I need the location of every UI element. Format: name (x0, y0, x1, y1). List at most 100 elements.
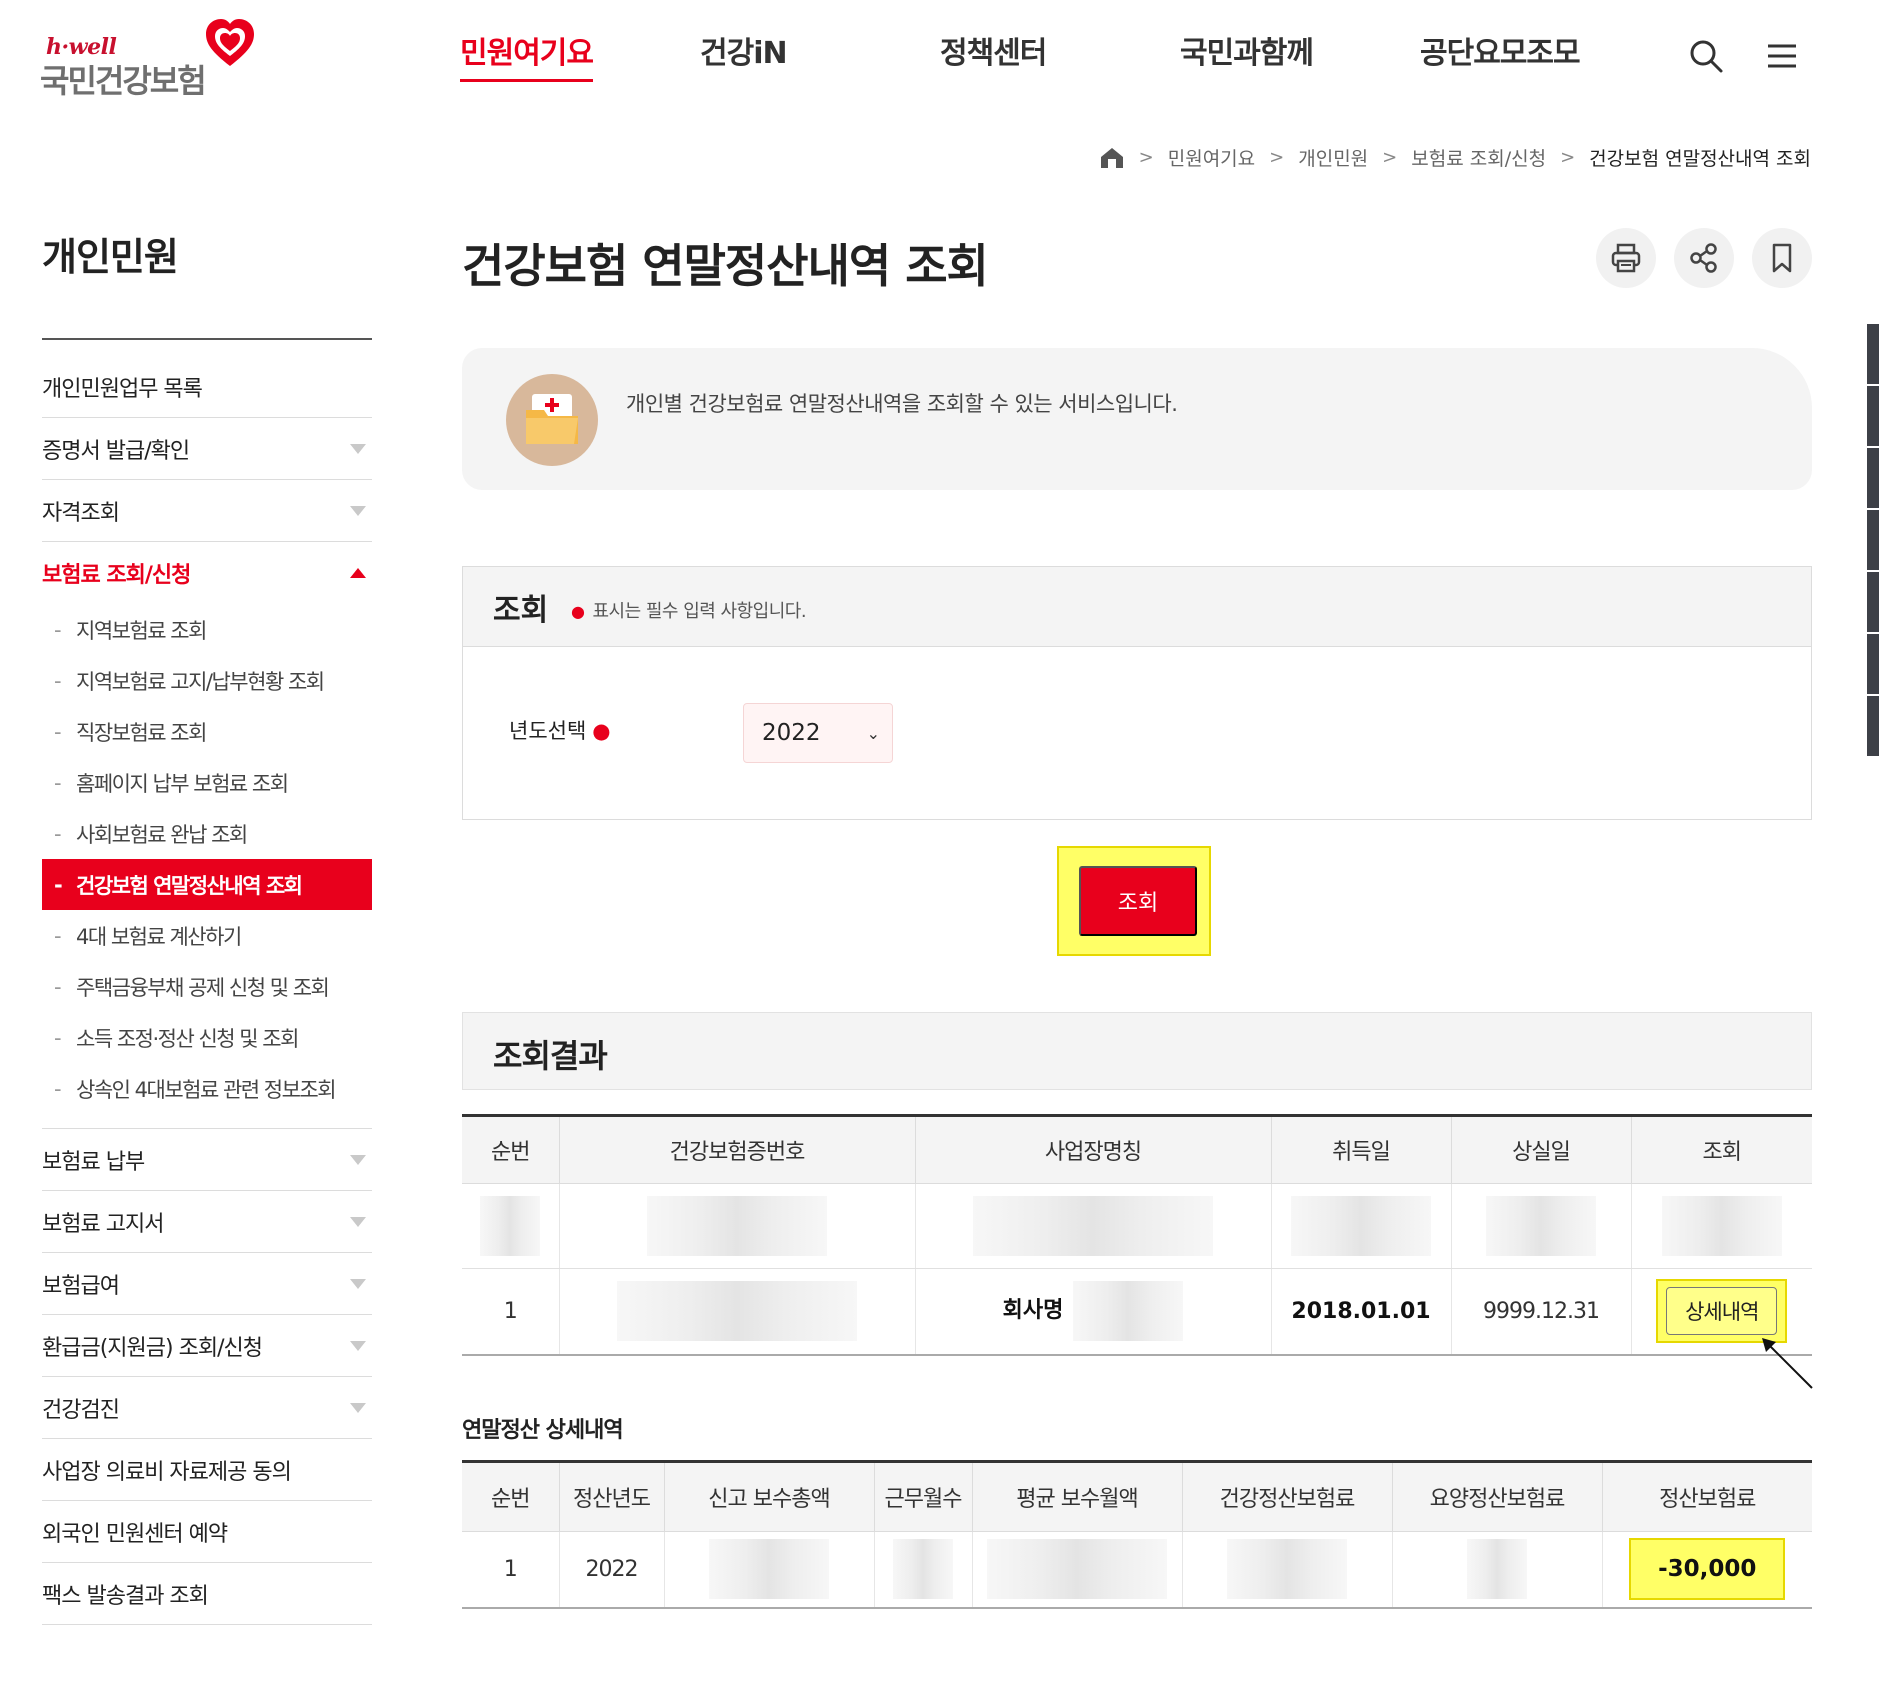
quick-menu-tab[interactable] (1867, 386, 1879, 446)
gnb-item-policy-center[interactable]: 정책센터 (940, 28, 1047, 72)
sidebar-item-label: 보험료 납부 (42, 1149, 145, 1175)
column-header: 요양정산보험료 (1392, 1461, 1603, 1532)
page-title: 건강보험 연말정산내역 조회 (462, 239, 989, 293)
site-logo[interactable]: h·well 국민건강보험 (40, 16, 260, 100)
sidebar-subitem[interactable]: - 지역보험료 고지/납부현황 조회 (42, 655, 372, 706)
query-button[interactable]: 조회 (1079, 866, 1197, 936)
sidebar-item-eligibility[interactable]: 자격조회 (42, 480, 372, 542)
table-row: 1 회사명 2018.01.01 9999.12.31 상세내역 (462, 1268, 1812, 1356)
company-name: 회사명 (1002, 1298, 1064, 1324)
caret-down-icon (350, 444, 366, 454)
sidebar-item-refund[interactable]: 환급금(지원금) 조회/신청 (42, 1315, 372, 1377)
gnb-item-minwon[interactable]: 민원여기요 (460, 28, 594, 82)
sidebar-subitem[interactable]: - 상속인 4대보험료 관련 정보조회 (42, 1063, 372, 1114)
column-header: 평균 보수월액 (972, 1461, 1183, 1532)
breadcrumb-separator-icon: > (1138, 147, 1154, 168)
redacted-block (1073, 1281, 1184, 1342)
quick-menu-tab[interactable] (1867, 634, 1879, 694)
sidebar-item-payment[interactable]: 보험료 납부 (42, 1129, 372, 1191)
sidebar-item-medical-consent[interactable]: 사업장 의료비 자료제공 동의 (42, 1439, 372, 1501)
gnb-item-health-in[interactable]: 건강iN (700, 28, 788, 72)
column-header: 순번 (462, 1115, 560, 1184)
breadcrumb-separator-icon: > (1560, 147, 1576, 168)
column-header: 조회 (1631, 1115, 1812, 1184)
sidebar-item-notice[interactable]: 보험료 고지서 (42, 1191, 372, 1253)
sidebar-subitem-label: 지역보험료 고지/납부현황 조회 (76, 669, 325, 694)
redacted-block (709, 1539, 829, 1600)
sidebar-subitem-label: 지역보험료 조회 (76, 618, 207, 643)
table-row-redacted (462, 1183, 1812, 1269)
print-icon (1611, 243, 1641, 273)
dash-icon: - (54, 923, 62, 948)
sidebar-subitem[interactable]: - 소득 조정·정산 신청 및 조회 (42, 1012, 372, 1063)
caret-down-icon (350, 1341, 366, 1351)
breadcrumb: > 민원여기요 > 개인민원 > 보험료 조회/신청 > 건강보험 연말정산내역… (1099, 144, 1811, 171)
result-header: 조회결과 (462, 1012, 1812, 1090)
search-icon[interactable] (1686, 36, 1726, 76)
settlement-amount: -30,000 (1629, 1538, 1786, 1601)
result-table: 순번 건강보험증번호 사업장명칭 취득일 상실일 조회 1 회사명 2018.0… (462, 1114, 1812, 1356)
result-title: 조회결과 (493, 1037, 608, 1075)
quick-menu-tab[interactable] (1867, 572, 1879, 632)
breadcrumb-item-personal[interactable]: 개인민원 (1298, 144, 1368, 171)
bookmark-button[interactable] (1752, 228, 1812, 288)
logo-name: 국민건강보험 (40, 62, 207, 100)
sidebar-subitem-label: 사회보험료 완납 조회 (76, 822, 248, 847)
medical-folder-icon (506, 374, 598, 466)
dash-icon: - (54, 617, 62, 642)
sidebar-item-certificate[interactable]: 증명서 발급/확인 (42, 418, 372, 480)
redacted-block (1291, 1196, 1431, 1256)
sidebar-subitem[interactable]: - 홈페이지 납부 보험료 조회 (42, 757, 372, 808)
sidebar-submenu: - 지역보험료 조회 - 지역보험료 고지/납부현황 조회 - 직장보험료 조회 -홈… (42, 604, 372, 1129)
dash-icon: - (54, 1025, 62, 1050)
sidebar-item-list[interactable]: 개인민원업무 목록 (42, 356, 372, 418)
gnb-item-with-people[interactable]: 국민과함께 (1180, 28, 1314, 72)
gnb-item-about[interactable]: 공단요모조모 (1420, 28, 1581, 72)
sidebar-subitem[interactable]: - 사회보험료 완납 조회 (42, 808, 372, 859)
redacted-block (617, 1281, 857, 1342)
menu-icon[interactable] (1762, 36, 1802, 76)
sidebar-subitem[interactable]: - 지역보험료 조회 (42, 604, 372, 655)
sidebar-item-label: 자격조회 (42, 500, 120, 526)
sidebar-menu: 개인민원업무 목록 증명서 발급/확인 자격조회 보험료 조회/신청 - 지역보험… (42, 356, 372, 1625)
sidebar-item-checkup[interactable]: 건강검진 (42, 1377, 372, 1439)
quick-menu-tab[interactable] (1867, 510, 1879, 570)
breadcrumb-item-premium[interactable]: 보험료 조회/신청 (1411, 144, 1546, 171)
redacted-cell (915, 1183, 1272, 1269)
sidebar-item-foreigner[interactable]: 외국인 민원센터 예약 (42, 1501, 372, 1563)
quick-menu-tab[interactable] (1867, 448, 1879, 508)
redacted-block (1467, 1539, 1527, 1600)
breadcrumb-item-minwon[interactable]: 민원여기요 (1168, 144, 1255, 171)
sidebar-subitem-label: 홈페이지 납부 보험료 조회 (76, 771, 289, 796)
column-header: 사업장명칭 (915, 1115, 1272, 1184)
table-row: 1 2022 -30,000 (462, 1531, 1812, 1609)
home-icon[interactable] (1099, 146, 1125, 170)
sidebar-item-premium[interactable]: 보험료 조회/신청 (42, 542, 372, 604)
column-header: 정산년도 (559, 1461, 665, 1532)
share-button[interactable] (1674, 228, 1734, 288)
table-header-row: 순번 정산년도 신고 보수총액 근무월수 평균 보수월액 건강정산보험료 요양정… (462, 1461, 1812, 1532)
dash-icon: - (54, 821, 62, 846)
quick-menu-tab[interactable] (1867, 324, 1879, 384)
dash-icon: - (54, 872, 63, 897)
redacted-cell (1271, 1183, 1452, 1269)
sidebar-subitem-active[interactable]: - 건강보험 연말정산내역 조회 (42, 859, 372, 910)
sidebar-item-fax[interactable]: 팩스 발송결과 조회 (42, 1563, 372, 1625)
caret-down-icon (350, 1217, 366, 1227)
year-select[interactable]: 2022 ⌄ (743, 703, 893, 763)
annotation-arrow-icon (1762, 1338, 1813, 1389)
sidebar-subitem[interactable]: - 직장보험료 조회 (42, 706, 372, 757)
sidebar-item-benefit[interactable]: 보험급여 (42, 1253, 372, 1315)
sidebar-subitem[interactable]: -4대 보험료 계산하기 (42, 910, 372, 961)
quick-menu-tab[interactable] (1867, 696, 1879, 756)
redacted-cell (1182, 1531, 1393, 1609)
required-note: ● 표시는 필수 입력 사항입니다. (571, 597, 807, 623)
sidebar-item-label: 증명서 발급/확인 (42, 438, 190, 464)
detail-button[interactable]: 상세내역 (1666, 1287, 1778, 1336)
sidebar-subitem[interactable]: - 주택금융부채 공제 신청 및 조회 (42, 961, 372, 1012)
column-header: 정산보험료 (1602, 1461, 1812, 1532)
sidebar-item-label: 사업장 의료비 자료제공 동의 (42, 1459, 292, 1485)
print-button[interactable] (1596, 228, 1656, 288)
required-dot-icon: ● (592, 719, 611, 743)
right-quick-menu (1867, 324, 1879, 758)
